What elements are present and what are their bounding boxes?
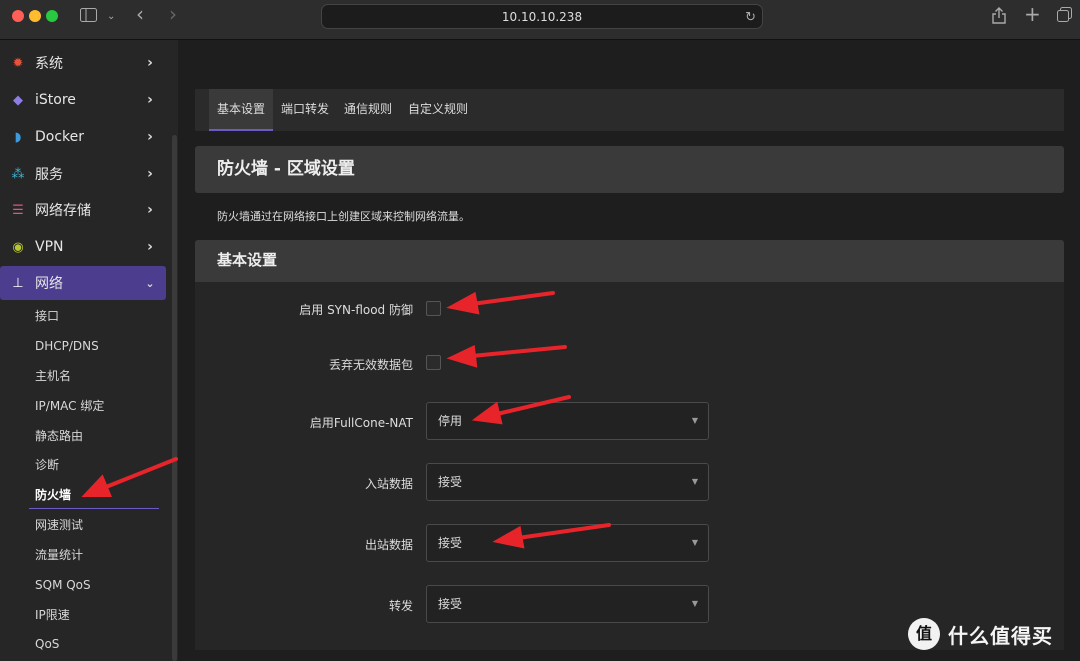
watermark-text: 什么值得买 (948, 623, 1053, 648)
annotation-arrow-firewall (104, 457, 178, 489)
annotation-arrows (81, 291, 611, 549)
annotation-arrowhead-firewall (81, 474, 112, 497)
annotation-arrowhead-fullcone (471, 401, 503, 425)
annotation-arrow-fullcone (495, 395, 571, 416)
annotation-arrowhead-output (492, 525, 525, 549)
watermark-logo: 值 (908, 618, 940, 650)
annotation-arrowhead-syn-flood (446, 291, 480, 315)
annotation-arrow-output (516, 523, 611, 540)
watermark: 值 什么值得买 (908, 615, 1076, 653)
annotation-arrow-syn-flood (470, 291, 555, 306)
annotation-arrow-drop-invalid (470, 345, 567, 358)
annotation-arrowhead-drop-invalid (446, 344, 478, 368)
